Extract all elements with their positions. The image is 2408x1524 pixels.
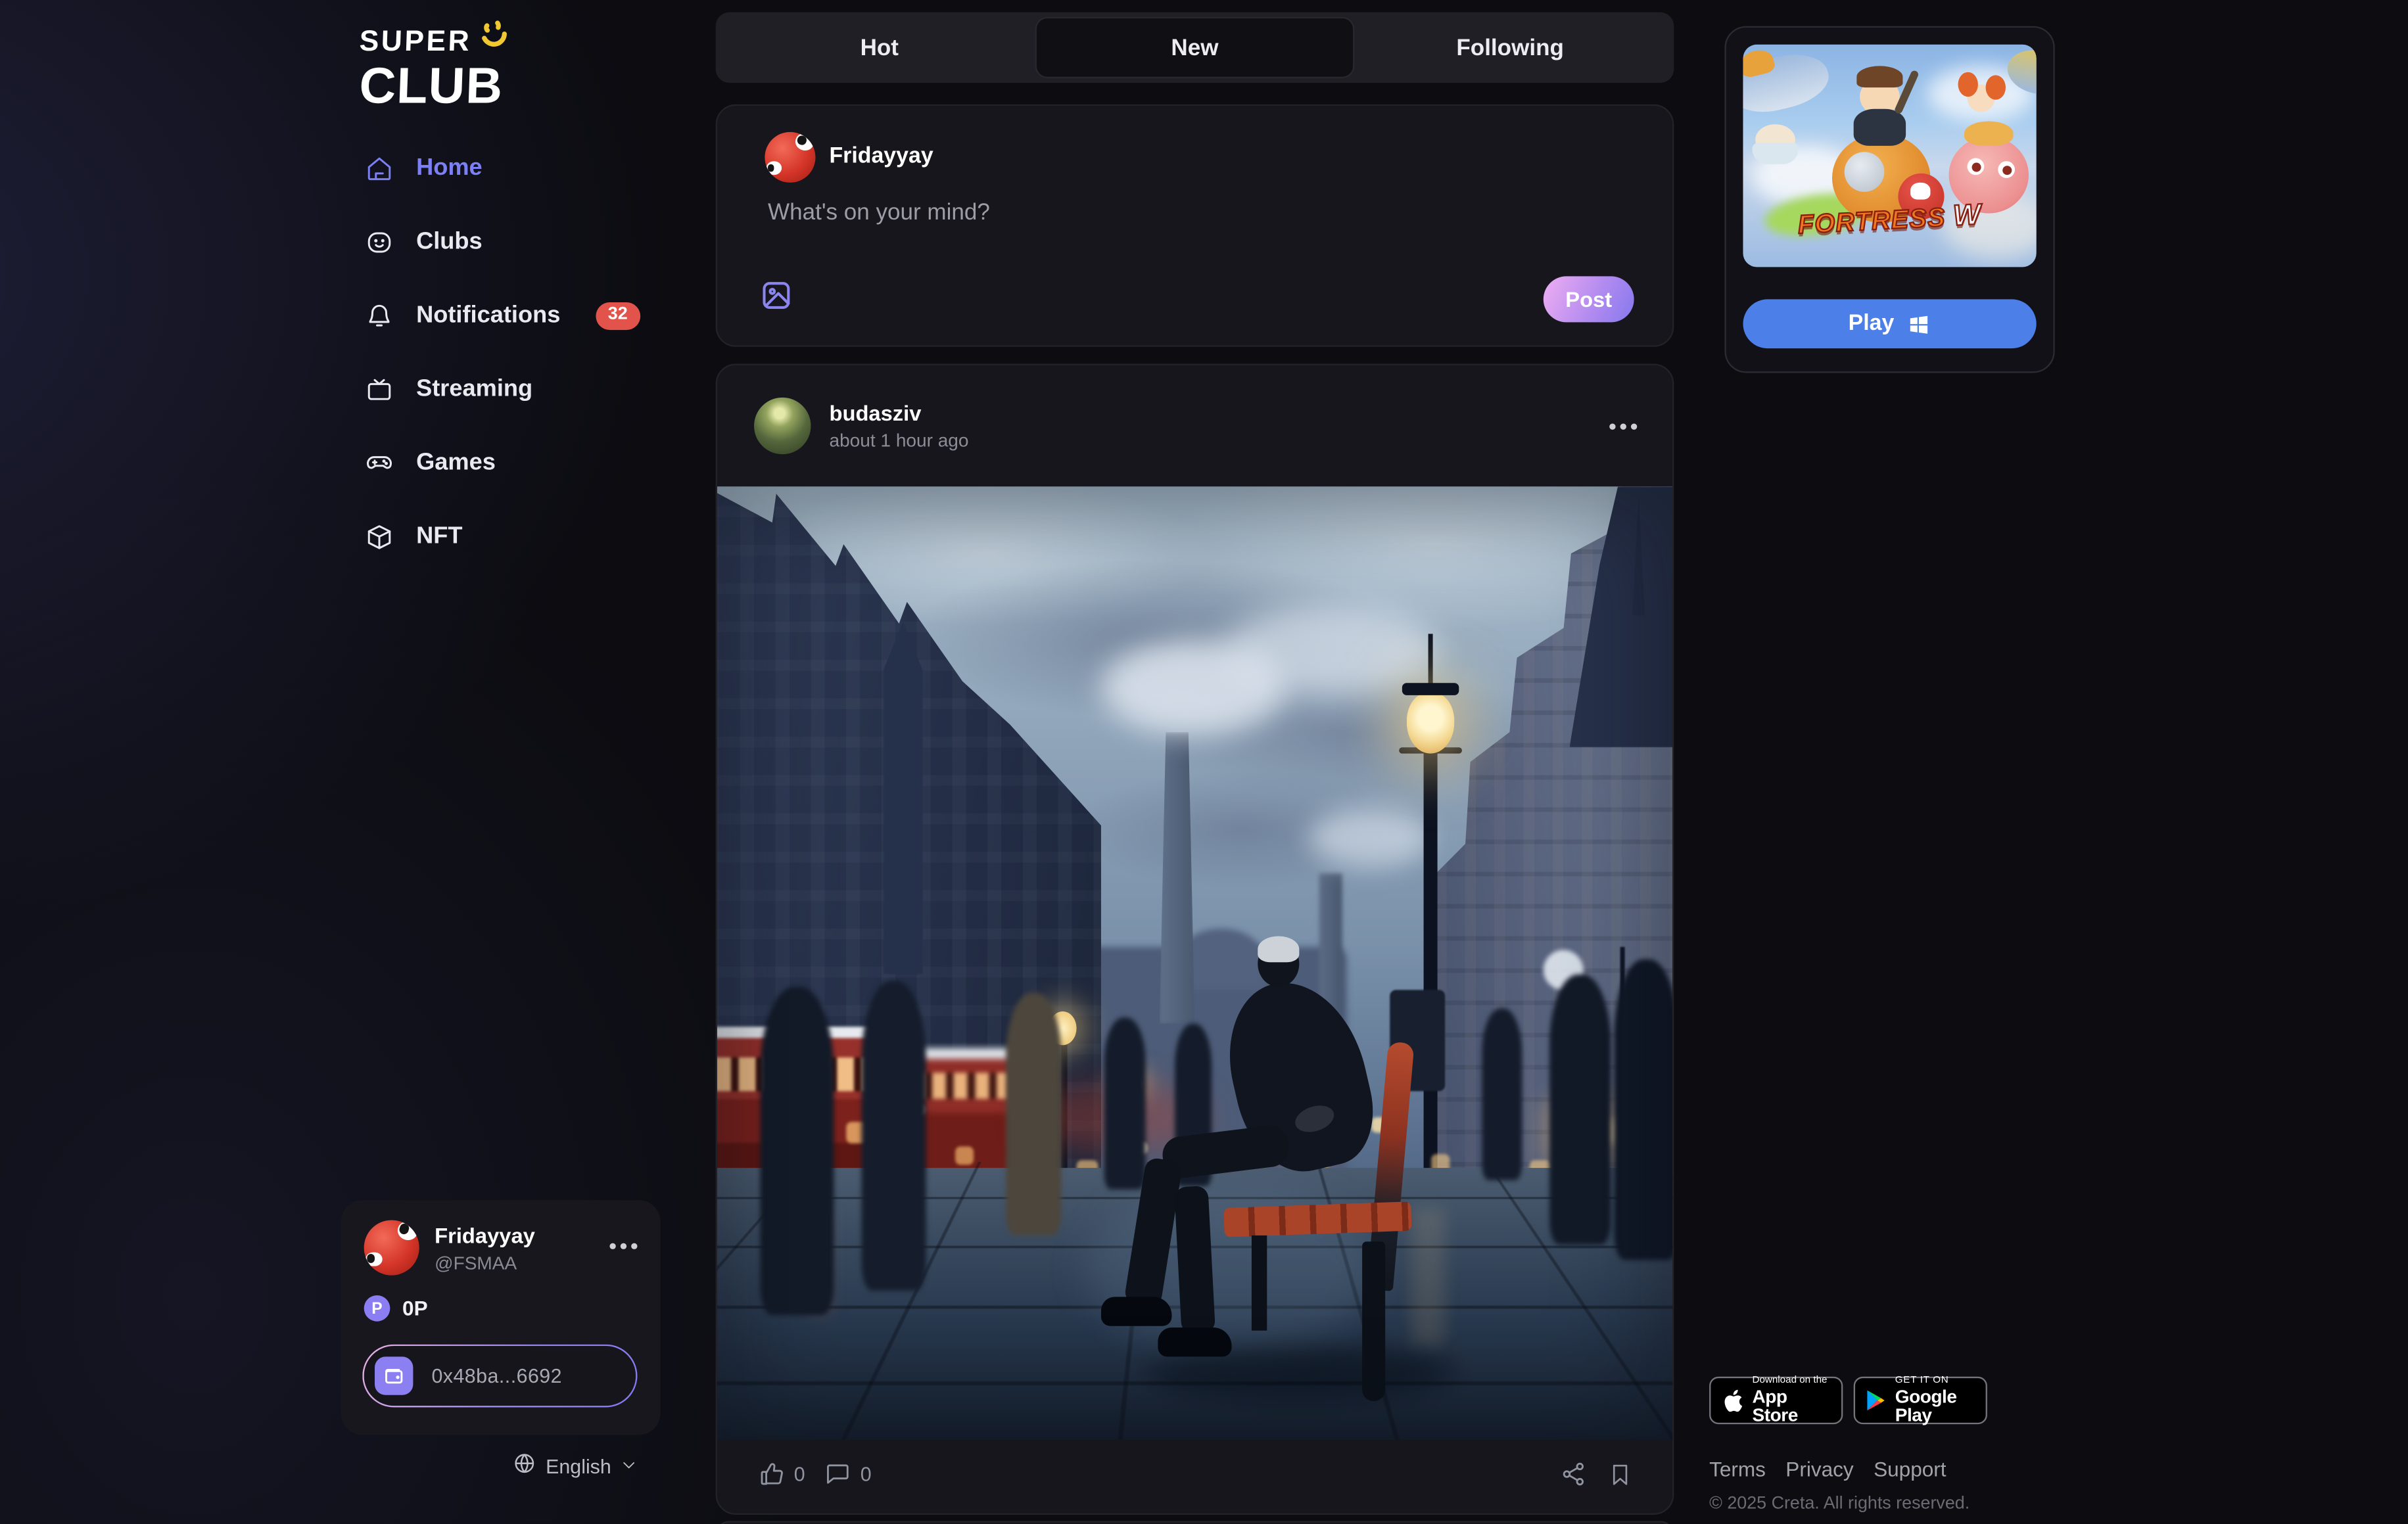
right-column: FORTRESS W Play Download on the App Stor… <box>1709 0 2078 1524</box>
terms-link[interactable]: Terms <box>1709 1458 1766 1481</box>
sidebar: SUPER CLUB Home Clubs Notifications 32 S… <box>341 0 661 1524</box>
sidebar-item-clubs[interactable]: Clubs <box>341 206 661 279</box>
profile-more-icon[interactable] <box>621 1243 626 1249</box>
superclub-app: SUPER CLUB Home Clubs Notifications 32 S… <box>0 0 2408 1524</box>
apple-icon <box>1720 1386 1744 1415</box>
game-cover-art[interactable]: FORTRESS W <box>1743 45 2036 267</box>
feed-tabbar: Hot New Following <box>716 12 1674 83</box>
feed-post: budasziv about 1 hour ago <box>716 363 1674 1514</box>
clubs-smiley-icon <box>366 229 393 256</box>
sidebar-item-games[interactable]: Games <box>341 427 661 500</box>
like-button[interactable]: 0 <box>759 1461 805 1487</box>
profile-card: Fridayyay @FSMAA P 0P 0x48ba...6692 <box>341 1200 661 1435</box>
post-timestamp: about 1 hour ago <box>829 430 968 451</box>
google-play-icon <box>1864 1387 1887 1414</box>
badge-big-text: Google Play <box>1895 1388 1977 1425</box>
profile-handle: @FSMAA <box>435 1253 535 1274</box>
language-label: English <box>546 1454 611 1477</box>
globe-icon <box>513 1452 536 1479</box>
copyright-text: © 2025 Creta. All rights reserved. <box>1709 1495 1970 1513</box>
profile-avatar[interactable] <box>364 1220 419 1276</box>
smiley-icon <box>477 18 511 58</box>
tab-hot[interactable]: Hot <box>722 18 1037 77</box>
composer-avatar <box>765 132 815 183</box>
sidebar-item-label: Games <box>416 450 496 477</box>
post-author-avatar[interactable] <box>754 398 811 454</box>
share-icon[interactable] <box>1560 1461 1586 1494</box>
sidebar-item-label: Notifications <box>416 302 560 330</box>
play-button[interactable]: Play <box>1743 299 2036 348</box>
notification-count-badge: 32 <box>596 303 640 330</box>
comment-button[interactable]: 0 <box>825 1461 872 1487</box>
home-icon <box>366 155 393 183</box>
tab-new[interactable]: New <box>1037 18 1353 77</box>
store-badges: Download on the App Store GET IT ON Goog… <box>1709 1377 1987 1424</box>
game-promo-card: FORTRESS W Play <box>1724 26 2054 373</box>
wallet-address: 0x48ba...6692 <box>431 1364 562 1387</box>
post-author-name[interactable]: budasziv <box>829 401 921 425</box>
like-count: 0 <box>794 1463 805 1486</box>
sidebar-item-notifications[interactable]: Notifications 32 <box>341 279 661 353</box>
sidebar-nav: Home Clubs Notifications 32 Streaming Ga… <box>341 132 661 574</box>
sidebar-item-label: NFT <box>416 523 462 551</box>
post-image-london-street <box>717 486 1672 1439</box>
privacy-link[interactable]: Privacy <box>1785 1458 1853 1481</box>
wallet-icon <box>375 1356 413 1395</box>
profile-name: Fridayyay <box>435 1223 535 1247</box>
language-selector[interactable]: English <box>341 1452 638 1479</box>
p-coin-icon: P <box>364 1295 390 1322</box>
post-composer: Fridayyay Post <box>716 104 1674 347</box>
post-button[interactable]: Post <box>1544 276 1634 322</box>
logo-line1: SUPER <box>359 28 472 57</box>
points-row: P 0P <box>364 1295 428 1322</box>
play-label: Play <box>1849 312 1895 336</box>
google-play-badge[interactable]: GET IT ON Google Play <box>1854 1377 1987 1424</box>
post-header: budasziv about 1 hour ago <box>717 365 1672 486</box>
badge-big-text: App Store <box>1752 1388 1831 1425</box>
chevron-down-icon <box>621 1454 638 1477</box>
points-value: 0P <box>402 1297 428 1320</box>
superclub-logo[interactable]: SUPER CLUB <box>360 28 511 110</box>
main-feed: Hot New Following Fridayyay Post budaszi… <box>716 0 1674 1524</box>
windows-icon <box>1908 312 1931 335</box>
composer-username: Fridayyay <box>829 145 933 169</box>
sidebar-item-label: Clubs <box>416 229 483 256</box>
composer-input[interactable] <box>765 198 1631 227</box>
comment-count: 0 <box>861 1463 872 1486</box>
post-more-icon[interactable] <box>1620 424 1626 430</box>
logo-line2: CLUB <box>358 60 512 110</box>
sidebar-item-nft[interactable]: NFT <box>341 500 661 574</box>
add-image-icon[interactable] <box>760 279 792 319</box>
support-link[interactable]: Support <box>1874 1458 1946 1481</box>
wallet-button[interactable]: 0x48ba...6692 <box>362 1345 637 1408</box>
tv-icon <box>366 376 393 404</box>
badge-small-text: Download on the <box>1752 1376 1831 1386</box>
app-store-badge[interactable]: Download on the App Store <box>1709 1377 1843 1424</box>
gamepad-icon <box>366 450 393 477</box>
legal-footer: Terms Privacy Support © 2025 Creta. All … <box>1709 1458 1970 1513</box>
post-footer: 0 0 <box>717 1440 1672 1513</box>
bell-icon <box>366 302 393 330</box>
bookmark-icon[interactable] <box>1608 1462 1632 1494</box>
next-post-card-edge <box>716 1521 1674 1524</box>
tab-following[interactable]: Following <box>1352 18 1668 77</box>
badge-small-text: GET IT ON <box>1895 1376 1977 1386</box>
sidebar-item-label: Home <box>416 155 483 183</box>
cube-icon <box>366 523 393 551</box>
sidebar-item-streaming[interactable]: Streaming <box>341 353 661 427</box>
sidebar-item-label: Streaming <box>416 376 532 404</box>
sidebar-item-home[interactable]: Home <box>341 132 661 206</box>
